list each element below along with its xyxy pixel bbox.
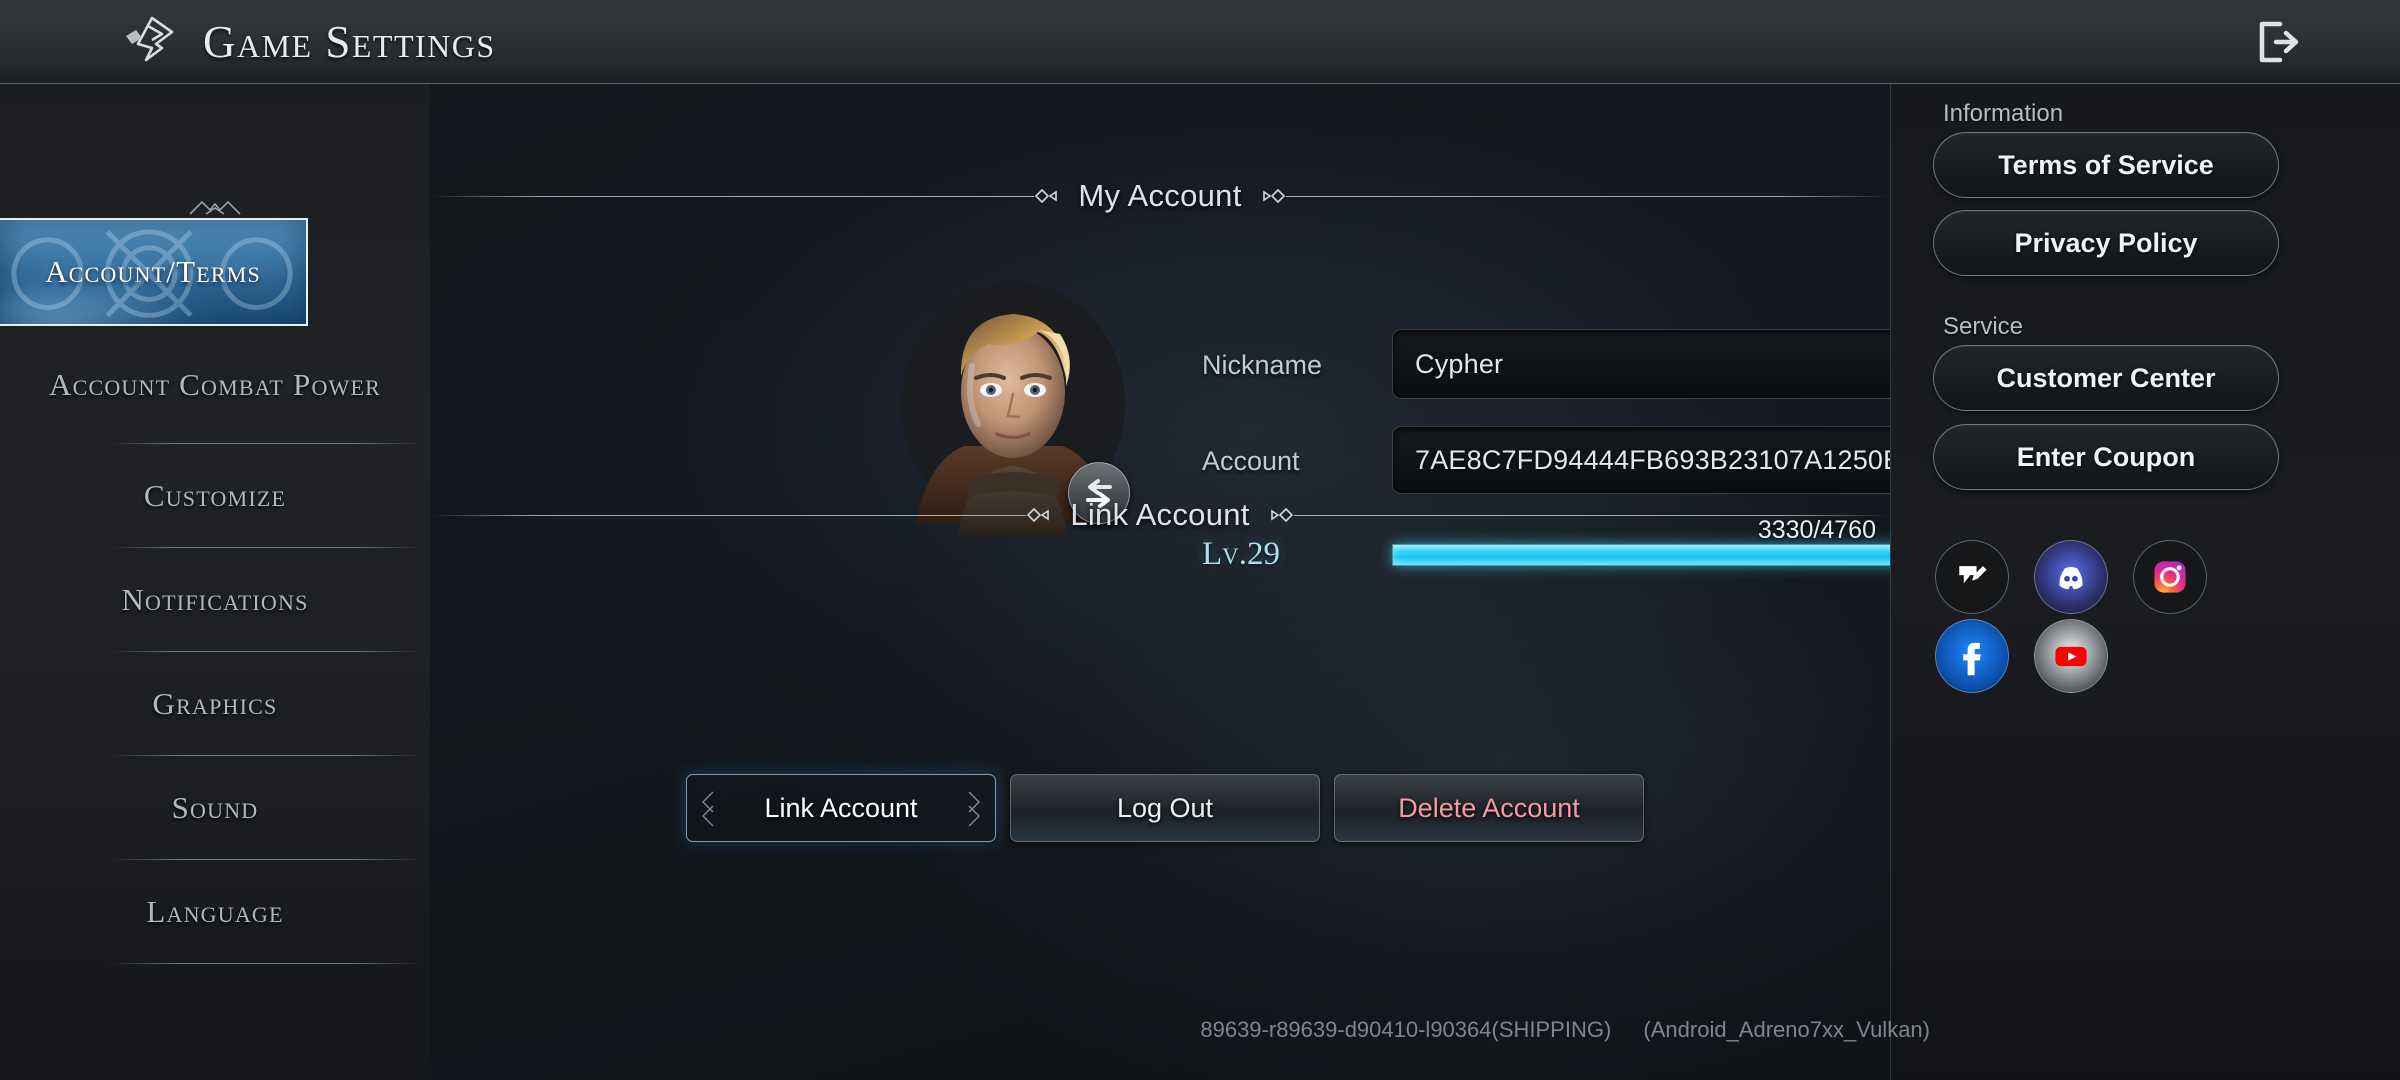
button-corner-ornament-icon-2	[961, 786, 987, 832]
instagram-icon[interactable]	[2133, 540, 2207, 614]
diamond-ornament-icon-3	[1026, 507, 1056, 523]
sidebar-item-customize[interactable]: Customize	[0, 444, 430, 548]
section-header-link-account: Link Account	[430, 495, 1891, 535]
diamond-ornament-icon-4	[1264, 507, 1294, 523]
sidebar-item-label: Language	[146, 893, 284, 929]
log-out-label: Log Out	[1116, 792, 1214, 823]
enter-coupon-label: Enter Coupon	[2016, 441, 2196, 472]
platform-info: (Android_Adreno7xx_Vulkan)	[1643, 1017, 1930, 1042]
page-title: Game Settings	[203, 17, 496, 67]
delete-account-button[interactable]: Delete Account	[1334, 774, 1644, 842]
diamond-ornament-icon-2	[1256, 188, 1286, 204]
game-settings-screen: Game Settings Account/Terms Account Comba…	[0, 0, 2400, 1080]
nickname-label: Nickname	[1202, 350, 1323, 380]
link-account-label: Link Account	[764, 792, 918, 823]
sidebar-nav: Account/Terms Account Combat Power Customi…	[0, 218, 430, 964]
header-rule-right	[1285, 195, 1890, 197]
sidebar-item-account-combat-power[interactable]: Account Combat Power	[0, 326, 430, 444]
game-logo-icon	[122, 14, 178, 70]
sidebar-item-label: Graphics	[152, 685, 278, 721]
header-rule-right-2	[1293, 514, 1891, 516]
sidebar-item-account-terms[interactable]: Account/Terms	[0, 218, 308, 326]
section-title-2: Link Account	[1070, 497, 1250, 532]
sidebar-item-sound[interactable]: Sound	[0, 756, 430, 860]
main-content: My Account Nickname Cypher Account 7AE8C…	[430, 84, 2304, 1080]
account-label: Account	[1202, 446, 1300, 476]
exit-door-icon[interactable]	[2252, 18, 2304, 66]
sidebar-top-ornament-icon	[184, 194, 246, 216]
discord-icon[interactable]	[2034, 540, 2108, 614]
build-version: 89639-r89639-d90410-l90364(SHIPPING)	[1200, 1017, 1612, 1042]
youtube-icon[interactable]	[2034, 619, 2108, 693]
sidebar-item-label: Sound	[171, 789, 259, 825]
facebook-icon[interactable]	[1935, 619, 2009, 693]
section-title: My Account	[1078, 178, 1242, 213]
enter-coupon-button[interactable]: Enter Coupon	[1933, 424, 2279, 490]
nickname-value: Cypher	[1415, 348, 1504, 379]
button-corner-ornament-icon	[695, 786, 721, 832]
privacy-policy-label: Privacy Policy	[2014, 227, 2198, 258]
account-id-value: 7AE8C7FD94444FB693B23107A1250E5C	[1415, 444, 1937, 475]
sidebar-item-notifications[interactable]: Notifications	[0, 548, 430, 652]
sidebar-item-graphics[interactable]: Graphics	[0, 652, 430, 756]
privacy-policy-button[interactable]: Privacy Policy	[1933, 210, 2279, 276]
sidebar: Account/Terms Account Combat Power Customi…	[0, 84, 430, 1080]
service-group-title: Service	[1943, 313, 2024, 340]
header-rule-left	[430, 195, 1035, 197]
forum-write-icon[interactable]	[1935, 540, 2009, 614]
level-label: Lv.29	[1202, 536, 1281, 572]
sidebar-item-label: Notifications	[121, 581, 309, 617]
sidebar-item-label: Account Combat Power	[48, 366, 382, 402]
terms-of-service-label: Terms of Service	[1998, 149, 2214, 180]
header-rule-left-2	[430, 514, 1027, 516]
right-panel: Information Terms of Service Privacy Pol…	[1890, 84, 2400, 1080]
link-account-button[interactable]: Link Account	[686, 774, 996, 842]
top-bar: Game Settings	[0, 0, 2400, 84]
terms-of-service-button[interactable]: Terms of Service	[1933, 132, 2279, 198]
sidebar-item-language[interactable]: Language	[0, 860, 430, 964]
log-out-button[interactable]: Log Out	[1010, 774, 1320, 842]
information-group-title: Information	[1943, 100, 2064, 127]
section-header-my-account: My Account	[430, 176, 1890, 216]
sidebar-item-label: Account/Terms	[45, 253, 261, 289]
diamond-ornament-icon	[1034, 188, 1064, 204]
sidebar-separator	[110, 963, 422, 964]
footer-version: 89639-r89639-d90410-l90364(SHIPPING) (An…	[1200, 1017, 1930, 1043]
sidebar-item-label: Customize	[143, 477, 287, 513]
customer-center-button[interactable]: Customer Center	[1933, 345, 2279, 411]
customer-center-label: Customer Center	[1996, 362, 2216, 393]
delete-account-label: Delete Account	[1398, 792, 1580, 823]
